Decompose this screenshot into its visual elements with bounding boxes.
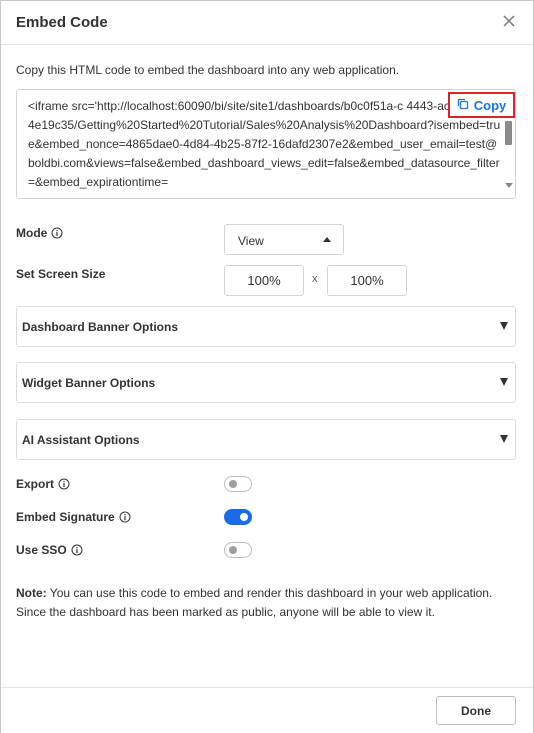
embed-code-text: <iframe src='http://localhost:60090/bi/s… bbox=[28, 99, 501, 189]
use-sso-label-row: Use SSO bbox=[16, 543, 83, 557]
copy-icon bbox=[457, 98, 469, 113]
chevron-down-icon bbox=[500, 322, 508, 330]
toggle-knob bbox=[240, 513, 248, 521]
embed-code-textarea[interactable]: <iframe src='http://localhost:60090/bi/s… bbox=[16, 89, 516, 199]
dialog-title: Embed Code bbox=[16, 14, 108, 31]
mode-label-row: Mode bbox=[16, 226, 63, 240]
done-button[interactable]: Done bbox=[436, 696, 516, 725]
info-icon[interactable] bbox=[119, 511, 131, 523]
mode-value: View bbox=[238, 234, 264, 248]
embed-signature-toggle[interactable] bbox=[224, 509, 252, 525]
mode-label: Mode bbox=[16, 226, 48, 240]
toggle-knob bbox=[229, 546, 237, 554]
accordion-title: Dashboard Banner Options bbox=[22, 320, 179, 334]
export-label-row: Export bbox=[16, 477, 70, 491]
scroll-down-arrow-icon[interactable] bbox=[505, 183, 513, 188]
screen-height-input[interactable]: 100% bbox=[327, 265, 407, 296]
ai-assistant-options-accordion[interactable]: AI Assistant Options bbox=[16, 419, 516, 460]
size-separator: x bbox=[312, 273, 318, 285]
mode-dropdown[interactable]: View bbox=[224, 224, 344, 255]
accordion-title: AI Assistant Options bbox=[22, 433, 140, 447]
info-icon[interactable] bbox=[71, 544, 83, 556]
embed-description: Copy this HTML code to embed the dashboa… bbox=[16, 63, 400, 77]
screen-width-input[interactable]: 100% bbox=[224, 265, 304, 296]
dialog-header: Embed Code bbox=[1, 1, 533, 45]
note-prefix: Note: bbox=[16, 586, 47, 600]
info-icon[interactable] bbox=[51, 227, 63, 239]
scroll-thumb[interactable] bbox=[505, 121, 512, 145]
note-body: You can use this code to embed and rende… bbox=[16, 586, 493, 619]
dialog-footer: Done bbox=[1, 687, 533, 733]
embed-code-dialog: Embed Code Copy this HTML code to embed … bbox=[0, 0, 534, 733]
copy-button[interactable]: Copy bbox=[448, 92, 515, 118]
info-icon[interactable] bbox=[58, 478, 70, 490]
use-sso-toggle[interactable] bbox=[224, 542, 252, 558]
screen-size-label: Set Screen Size bbox=[16, 267, 106, 281]
accordion-title: Widget Banner Options bbox=[22, 376, 156, 390]
dashboard-banner-options-accordion[interactable]: Dashboard Banner Options bbox=[16, 306, 516, 347]
embed-signature-label-row: Embed Signature bbox=[16, 510, 131, 524]
close-icon[interactable] bbox=[499, 11, 519, 31]
copy-label: Copy bbox=[473, 97, 507, 113]
toggle-knob bbox=[229, 480, 237, 488]
note-text: Note: You can use this code to embed and… bbox=[16, 584, 521, 622]
use-sso-label: Use SSO bbox=[16, 543, 67, 557]
chevron-down-icon bbox=[500, 378, 508, 386]
embed-signature-label: Embed Signature bbox=[16, 510, 115, 524]
export-toggle[interactable] bbox=[224, 476, 252, 492]
widget-banner-options-accordion[interactable]: Widget Banner Options bbox=[16, 362, 516, 403]
export-label: Export bbox=[16, 477, 55, 491]
caret-up-icon bbox=[323, 237, 331, 242]
chevron-down-icon bbox=[500, 435, 508, 443]
